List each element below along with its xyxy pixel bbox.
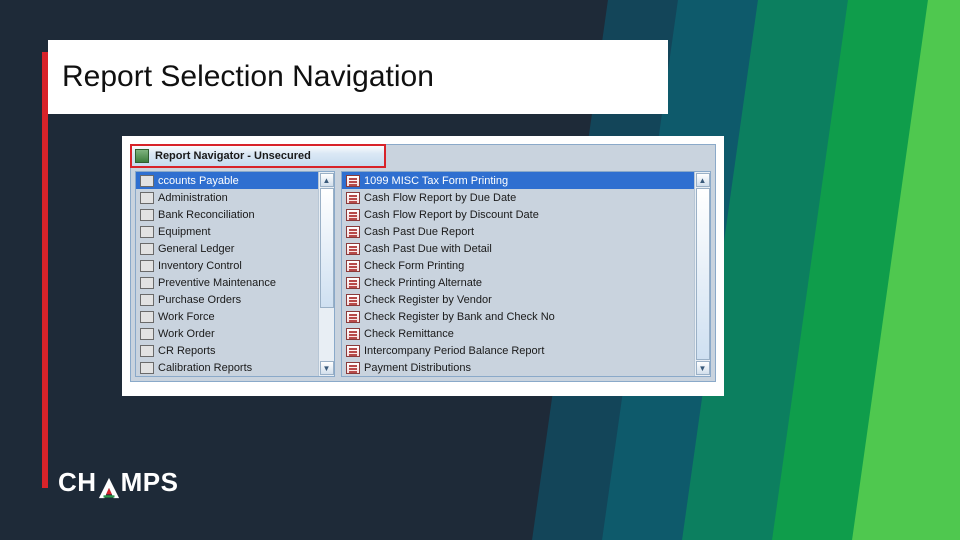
reports-scrollbar[interactable]: ▲ ▼ xyxy=(694,172,710,376)
scroll-thumb[interactable] xyxy=(696,188,710,360)
logo-text: MPS xyxy=(121,467,179,498)
module-item[interactable]: Inventory Control xyxy=(136,257,318,274)
module-icon xyxy=(140,226,154,238)
scroll-up-icon[interactable]: ▲ xyxy=(320,173,334,187)
report-item[interactable]: Cash Past Due Report xyxy=(342,223,694,240)
module-item[interactable]: Work Force xyxy=(136,308,318,325)
report-icon xyxy=(346,345,360,357)
modules-scrollbar[interactable]: ▲ ▼ xyxy=(318,172,334,376)
report-icon xyxy=(346,311,360,323)
report-icon xyxy=(346,226,360,238)
slide-title: Report Selection Navigation xyxy=(62,60,434,94)
report-item[interactable]: Check Remittance xyxy=(342,325,694,342)
module-icon xyxy=(140,328,154,340)
module-item[interactable]: Calibration Reports xyxy=(136,359,318,376)
module-label: CR Reports xyxy=(158,345,215,357)
scroll-track[interactable] xyxy=(696,188,710,360)
module-label: Equipment xyxy=(158,226,211,238)
report-item[interactable]: Check Register by Vendor xyxy=(342,291,694,308)
report-label: Cash Flow Report by Due Date xyxy=(364,192,516,204)
module-label: Bank Reconciliation xyxy=(158,209,255,221)
module-label: General Ledger xyxy=(158,243,234,255)
report-label: Cash Past Due Report xyxy=(364,226,474,238)
report-label: Cash Flow Report by Discount Date xyxy=(364,209,539,221)
report-item[interactable]: Payment Distributions xyxy=(342,359,694,376)
report-icon xyxy=(346,243,360,255)
module-item[interactable]: Administration xyxy=(136,189,318,206)
module-icon xyxy=(140,243,154,255)
report-label: Check Printing Alternate xyxy=(364,277,482,289)
module-item[interactable]: Purchase Orders xyxy=(136,291,318,308)
module-item[interactable]: General Ledger xyxy=(136,240,318,257)
module-item[interactable]: ccounts Payable xyxy=(136,172,318,189)
report-navigator-window: Report Navigator - Unsecured ccounts Pay… xyxy=(130,144,716,382)
module-item[interactable]: Work Order xyxy=(136,325,318,342)
module-item[interactable]: Bank Reconciliation xyxy=(136,206,318,223)
report-label: Check Register by Vendor xyxy=(364,294,492,306)
reports-pane: 1099 MISC Tax Form Printing Cash Flow Rep… xyxy=(341,171,711,377)
slide-title-card: Report Selection Navigation xyxy=(48,40,668,114)
module-icon xyxy=(140,311,154,323)
module-label: Purchase Orders xyxy=(158,294,241,306)
scroll-down-icon[interactable]: ▼ xyxy=(696,361,710,375)
module-label: Calibration Reports xyxy=(158,362,252,374)
scroll-down-icon[interactable]: ▼ xyxy=(320,361,334,375)
app-icon xyxy=(135,149,149,163)
report-item[interactable]: Cash Flow Report by Due Date xyxy=(342,189,694,206)
report-icon xyxy=(346,328,360,340)
accent-bar xyxy=(42,52,48,488)
report-label: Cash Past Due with Detail xyxy=(364,243,492,255)
module-icon xyxy=(140,345,154,357)
report-icon xyxy=(346,362,360,374)
report-label: 1099 MISC Tax Form Printing xyxy=(364,175,508,187)
report-item[interactable]: Check Register by Bank and Check No xyxy=(342,308,694,325)
logo-a-mark-icon xyxy=(98,477,120,499)
report-icon xyxy=(346,209,360,221)
report-icon xyxy=(346,192,360,204)
report-item[interactable]: 1099 MISC Tax Form Printing xyxy=(342,172,694,189)
report-icon xyxy=(346,175,360,187)
report-label: Check Form Printing xyxy=(364,260,464,272)
scroll-up-icon[interactable]: ▲ xyxy=(696,173,710,187)
module-label: Administration xyxy=(158,192,228,204)
module-item[interactable]: Preventive Maintenance xyxy=(136,274,318,291)
module-icon xyxy=(140,192,154,204)
module-icon xyxy=(140,175,154,187)
report-item[interactable]: Cash Flow Report by Discount Date xyxy=(342,206,694,223)
report-label: Check Register by Bank and Check No xyxy=(364,311,555,323)
module-label: ccounts Payable xyxy=(158,175,239,187)
modules-pane: ccounts Payable Administration Bank Reconc… xyxy=(135,171,335,377)
report-item[interactable]: Check Form Printing xyxy=(342,257,694,274)
report-label: Intercompany Period Balance Report xyxy=(364,345,544,357)
report-navigator-screenshot: Report Navigator - Unsecured ccounts Pay… xyxy=(122,136,724,396)
report-icon xyxy=(346,294,360,306)
module-label: Preventive Maintenance xyxy=(158,277,276,289)
champs-logo: CH MPS xyxy=(58,467,178,498)
module-icon xyxy=(140,362,154,374)
module-icon xyxy=(140,277,154,289)
module-label: Inventory Control xyxy=(158,260,242,272)
report-label: Check Remittance xyxy=(364,328,454,340)
module-item[interactable]: Equipment xyxy=(136,223,318,240)
window-title: Report Navigator - Unsecured xyxy=(155,150,311,162)
report-item[interactable]: Cash Past Due with Detail xyxy=(342,240,694,257)
module-icon xyxy=(140,294,154,306)
report-item[interactable]: Check Printing Alternate xyxy=(342,274,694,291)
scroll-thumb[interactable] xyxy=(320,188,334,308)
module-label: Work Force xyxy=(158,311,215,323)
module-label: Work Order xyxy=(158,328,215,340)
report-item[interactable]: Intercompany Period Balance Report xyxy=(342,342,694,359)
module-icon xyxy=(140,260,154,272)
report-icon xyxy=(346,277,360,289)
module-icon xyxy=(140,209,154,221)
report-label: Payment Distributions xyxy=(364,362,471,374)
window-title-bar[interactable]: Report Navigator - Unsecured xyxy=(131,145,385,167)
report-icon xyxy=(346,260,360,272)
logo-text: CH xyxy=(58,467,97,498)
module-item[interactable]: CR Reports xyxy=(136,342,318,359)
scroll-track[interactable] xyxy=(320,188,334,360)
